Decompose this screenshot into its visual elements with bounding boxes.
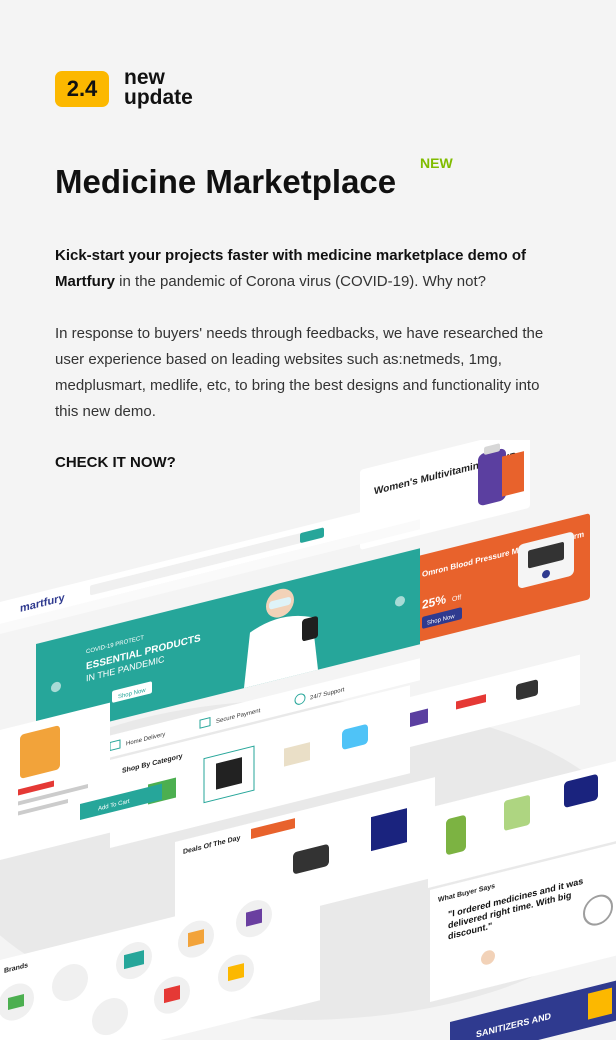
demo-mockups: Women's Multivitamin by EXP Omron Blood … xyxy=(0,440,616,1040)
new-tag: NEW xyxy=(420,155,453,171)
page-title: Medicine Marketplace xyxy=(55,163,397,200)
mockup-illustration: Women's Multivitamin by EXP Omron Blood … xyxy=(0,440,616,1040)
product-bottle-1[interactable] xyxy=(446,815,466,856)
multivitamin-bottle-icon xyxy=(478,448,506,506)
version-label-line1: new xyxy=(124,66,165,89)
version-badge: 2.4 xyxy=(55,71,109,107)
version-label-line2: update xyxy=(124,86,193,109)
banner-omron-card[interactable]: Omron Blood Pressure Monitor Upper Arm 2… xyxy=(410,513,590,644)
version-label: new update xyxy=(124,66,193,109)
description-paragraph: In response to buyers' needs through fee… xyxy=(55,325,544,420)
intro-paragraph: Kick-start your projects faster with med… xyxy=(55,243,565,295)
multivitamin-ribbon xyxy=(502,451,524,497)
intro-rest: in the pandemic of Corona virus (COVID-1… xyxy=(115,273,487,290)
